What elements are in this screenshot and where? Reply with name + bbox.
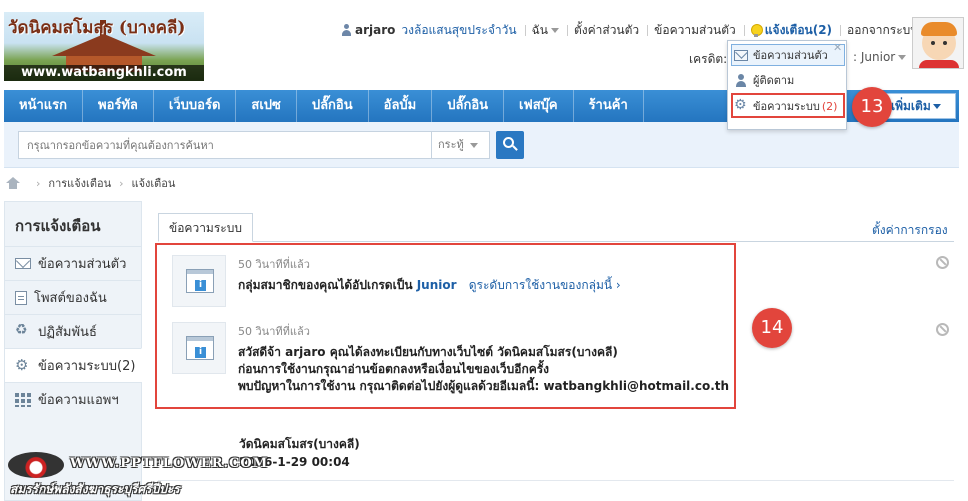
me-menu-label: ฉัน	[531, 22, 548, 37]
gear-icon	[734, 97, 748, 113]
step-badge: 13	[852, 87, 892, 127]
chevron-down-icon	[898, 55, 907, 60]
chevron-down-icon	[932, 104, 941, 109]
lightbulb-icon	[750, 23, 763, 37]
watermark: WWW.PPTFLOWER.COM สมรรักษ์พลังสังฆาธุระบ…	[8, 448, 267, 498]
chevron-right-icon: ›	[36, 176, 41, 190]
divider	[647, 24, 649, 36]
chevron-right-icon: ›	[119, 176, 124, 190]
sidebar-title: การแจ้งเตือน	[15, 217, 101, 235]
credit-row: เครดิต: : Junior	[689, 50, 907, 69]
envelope-icon	[734, 49, 748, 61]
nav-item-shop[interactable]: ร้านค้า	[574, 90, 644, 122]
divider	[566, 24, 568, 36]
notifications-link[interactable]: แจ้งเตือน(2)	[765, 21, 832, 40]
sidebar-item-interactions[interactable]: ปฏิสัมพันธ์	[5, 314, 142, 348]
dropdown-item-label: ข้อความส่วนตัว	[753, 49, 828, 62]
nav-item-plugin[interactable]: ปลั๊กอิน	[297, 90, 369, 122]
sidebar-item-label: ข้อความระบบ(2)	[38, 359, 136, 374]
avatar[interactable]	[912, 17, 964, 69]
nav-item-forum[interactable]: เว็บบอร์ด	[154, 90, 237, 122]
me-menu[interactable]: ฉัน	[532, 21, 559, 40]
logout-link[interactable]: ออกจากระบบ	[847, 21, 918, 40]
nav-more-label: เพิ่มเติม	[891, 99, 931, 113]
username-link[interactable]: arjaro	[355, 23, 395, 37]
user-icon	[341, 24, 352, 36]
search-button[interactable]	[496, 131, 524, 159]
avatar-hair	[921, 22, 957, 36]
divider	[840, 24, 842, 36]
nav-item-portal[interactable]: พอร์ทัล	[83, 90, 154, 122]
dropdown-item-private-messages[interactable]: ข้อความส่วนตัว	[734, 45, 844, 65]
envelope-icon	[15, 258, 31, 269]
daily-wheel-link[interactable]: วงล้อแสนสุขประจำวัน	[401, 21, 516, 40]
dropdown-item-system-messages[interactable]: ข้อความระบบ (2)	[734, 96, 844, 116]
gear-icon	[15, 356, 31, 374]
nav-item-plugin-2[interactable]: ปลั๊กอิน	[432, 90, 505, 122]
person-icon	[734, 73, 748, 87]
divider	[743, 24, 745, 36]
tab-divider	[158, 241, 954, 242]
breadcrumb-current: แจ้งเตือน	[131, 177, 176, 190]
site-logo[interactable]: วัดนิคมสโมสร (บางคลี) www.watbangkhli.co…	[4, 12, 204, 81]
sidebar-item-private-messages[interactable]: ข้อความส่วนตัว	[5, 246, 142, 280]
dropdown-item-count: (2)	[821, 99, 838, 113]
chevron-down-icon	[469, 142, 478, 148]
document-icon	[15, 290, 27, 305]
filter-settings-link[interactable]: ตั้งค่าการกรอง	[872, 221, 948, 240]
nav-item-space[interactable]: สเปซ	[236, 90, 297, 122]
watermark-subtitle: สมรรักษ์พลังสังฆาธุระบุรีศรีปีปะร	[10, 482, 180, 496]
credit-label: เครดิต:	[689, 52, 728, 66]
nav-item-home[interactable]: หน้าแรก	[4, 90, 83, 122]
tab-system-messages[interactable]: ข้อความระบบ	[158, 213, 253, 242]
breadcrumb: › การแจ้งเตือน › แจ้งเตือน	[6, 174, 175, 192]
breadcrumb-notifications[interactable]: การแจ้งเตือน	[48, 174, 111, 192]
dropdown-item-followers[interactable]: ผู้ติดตาม	[734, 70, 844, 90]
notifications-dropdown: ✕ ข้อความส่วนตัว ผู้ติดตาม ข้อความระบบ (…	[727, 40, 847, 130]
watermark-url: WWW.PPTFLOWER.COM	[70, 456, 269, 471]
grid-icon	[15, 392, 31, 407]
step-badge: 14	[752, 308, 792, 348]
dropdown-item-label: ผู้ติดตาม	[753, 74, 795, 87]
settings-link[interactable]: ตั้งค่าส่วนตัว	[574, 21, 639, 40]
sidebar-item-app-messages[interactable]: ข้อความแอพฯ	[5, 382, 142, 416]
rank-menu[interactable]: : Junior	[853, 50, 907, 64]
search-scope-label: กระทู้	[438, 138, 464, 151]
chevron-down-icon	[550, 27, 559, 33]
watermark-logo	[8, 452, 64, 478]
private-messages-link[interactable]: ข้อความส่วนตัว	[654, 21, 736, 40]
search-icon-handle	[512, 145, 518, 151]
sidebar-item-system-messages[interactable]: ข้อความระบบ(2)	[5, 348, 142, 382]
search-scope-select[interactable]: กระทู้	[432, 131, 490, 159]
annotation-highlight-box	[155, 243, 736, 409]
user-toolbar: arjaro วงล้อแสนสุขประจำวัน ฉัน ตั้งค่าส่…	[341, 20, 926, 40]
logo-title: วัดนิคมสโมสร (บางคลี)	[8, 18, 186, 38]
ignore-icon[interactable]	[936, 323, 949, 336]
dropdown-item-label: ข้อความระบบ	[753, 100, 820, 113]
signature-name: วัดนิคมสโมสร(บางคลี)	[239, 437, 360, 451]
sidebar-item-label: โพสต์ของฉัน	[34, 291, 107, 306]
rank-label: Junior	[860, 50, 896, 64]
divider	[524, 24, 526, 36]
nav-item-album[interactable]: อัลบั้ม	[369, 90, 433, 122]
sidebar-item-label: ข้อความแอพฯ	[38, 393, 119, 408]
ignore-icon[interactable]	[936, 256, 949, 269]
logo-url: www.watbangkhli.com	[4, 65, 204, 81]
avatar-eye	[943, 41, 947, 45]
sidebar-item-label: ข้อความส่วนตัว	[38, 257, 127, 272]
recycle-icon	[15, 322, 31, 339]
search-input[interactable]	[18, 131, 432, 159]
avatar-body	[919, 60, 959, 68]
home-icon[interactable]	[6, 177, 20, 189]
sidebar-item-my-posts[interactable]: โพสต์ของฉัน	[5, 280, 142, 314]
divider	[158, 480, 954, 481]
page: วัดนิคมสโมสร (บางคลี) www.watbangkhli.co…	[0, 0, 968, 501]
avatar-eye	[931, 41, 935, 45]
sidebar-item-label: ปฏิสัมพันธ์	[38, 325, 97, 340]
nav-item-facebook[interactable]: เฟสบุ๊ค	[504, 90, 574, 122]
